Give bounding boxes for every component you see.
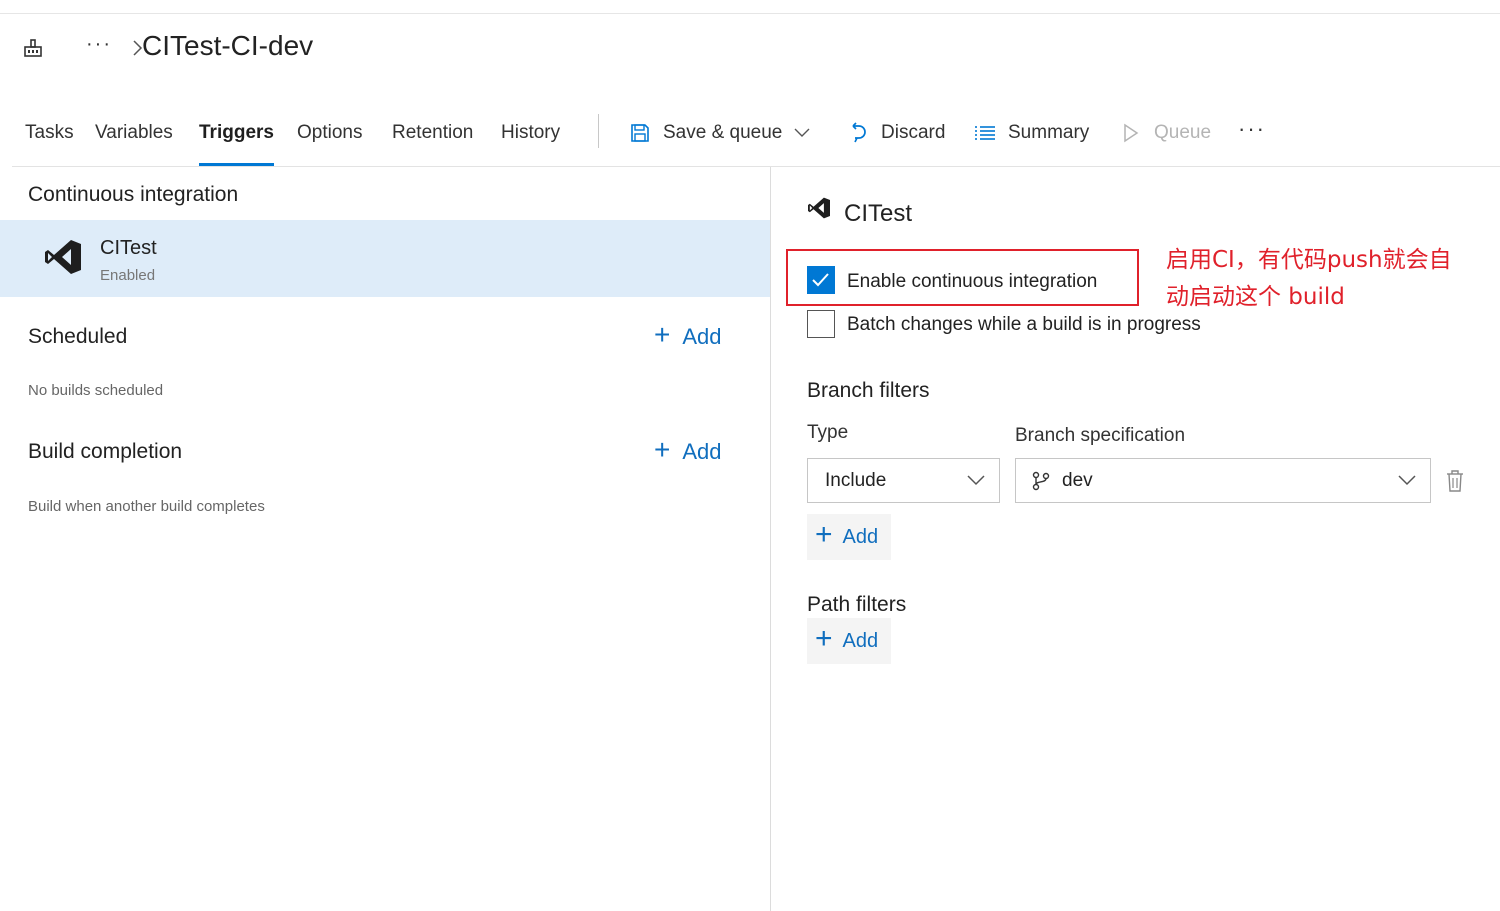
type-label: Type <box>807 422 849 443</box>
add-build-completion-label: Add <box>682 439 722 464</box>
checkmark-icon <box>812 273 829 287</box>
save-queue-button[interactable]: Save & queue <box>629 120 810 146</box>
summary-button[interactable]: Summary <box>974 120 1089 146</box>
branch-filters-title: Branch filters <box>807 379 930 402</box>
batch-changes-checkbox[interactable] <box>807 310 835 338</box>
add-schedule-button[interactable]: + Add <box>654 319 722 351</box>
queue-label: Queue <box>1154 122 1212 143</box>
plus-icon: + <box>654 319 671 350</box>
tab-triggers[interactable]: Triggers <box>199 122 274 166</box>
discard-button[interactable]: Discard <box>847 120 945 146</box>
save-queue-label: Save & queue <box>663 122 783 143</box>
tab-options[interactable]: Options <box>297 122 362 166</box>
add-schedule-label: Add <box>682 324 722 349</box>
more-actions-icon[interactable]: ··· <box>1238 116 1266 142</box>
add-branch-filter-label: Add <box>842 525 879 548</box>
type-dropdown-value: Include <box>825 469 887 491</box>
build-completion-desc: Build when another build completes <box>28 498 265 515</box>
chevron-down-icon <box>967 472 985 488</box>
tab-history[interactable]: History <box>501 122 560 166</box>
add-build-completion-button[interactable]: + Add <box>654 434 722 466</box>
add-path-filter-button[interactable]: + Add <box>807 618 891 664</box>
annotation-note: 启用CI，有代码push就会自动启动这个 build <box>1166 247 1452 310</box>
pipeline-icon[interactable] <box>22 37 44 59</box>
tab-tasks[interactable]: Tasks <box>25 122 74 166</box>
build-completion-title: Build completion <box>28 440 183 463</box>
enable-ci-checkbox[interactable] <box>807 266 835 294</box>
top-border <box>0 13 1500 14</box>
branch-spec-label: Branch specification <box>1015 425 1186 446</box>
chevron-down-icon <box>794 128 810 138</box>
toolbar-separator <box>598 114 599 148</box>
breadcrumb: ··· <box>22 28 146 68</box>
triggers-list-panel: Continuous integration CITest Enabled Sc… <box>0 167 770 911</box>
batch-changes-label: Batch changes while a build is in progre… <box>847 314 1201 335</box>
plus-icon: + <box>815 622 833 655</box>
tab-retention[interactable]: Retention <box>392 122 473 166</box>
trigger-details-panel: CITest Enable continuous integration Bat… <box>771 167 1500 911</box>
queue-button[interactable]: Queue <box>1120 120 1211 146</box>
scheduled-section-title: Scheduled <box>28 325 128 348</box>
type-dropdown[interactable]: Include <box>807 458 1000 503</box>
delete-icon[interactable] <box>1445 469 1467 493</box>
ci-section-title: Continuous integration <box>28 183 239 206</box>
ci-repo-name: CITest <box>100 237 157 259</box>
tab-bar: Tasks Variables Triggers Options Retenti… <box>12 108 1500 167</box>
visual-studio-icon <box>807 197 831 219</box>
branch-spec-dropdown[interactable]: dev <box>1015 458 1431 503</box>
play-icon <box>1120 122 1142 144</box>
breadcrumb-more-icon[interactable]: ··· <box>86 34 112 54</box>
tab-variables[interactable]: Variables <box>95 122 173 166</box>
chevron-down-icon <box>1398 472 1416 488</box>
discard-label: Discard <box>881 122 946 143</box>
ci-repo-status: Enabled <box>100 267 156 284</box>
visual-studio-icon <box>44 239 82 275</box>
save-icon <box>629 122 651 144</box>
add-branch-filter-button[interactable]: + Add <box>807 514 891 560</box>
path-filters-title: Path filters <box>807 593 907 616</box>
summary-label: Summary <box>1008 122 1090 143</box>
branch-spec-value: dev <box>1062 469 1093 491</box>
list-icon <box>974 122 996 144</box>
no-schedules-text: No builds scheduled <box>28 382 164 399</box>
add-path-filter-label: Add <box>842 629 879 652</box>
undo-icon <box>847 122 869 144</box>
ci-repo-item[interactable]: CITest Enabled <box>0 220 770 297</box>
plus-icon: + <box>654 434 671 465</box>
page-title: CITest-CI-dev <box>142 30 314 61</box>
branch-icon <box>1032 471 1050 491</box>
repo-title: CITest <box>844 200 913 227</box>
plus-icon: + <box>815 518 833 551</box>
enable-ci-label: Enable continuous integration <box>847 271 1098 292</box>
